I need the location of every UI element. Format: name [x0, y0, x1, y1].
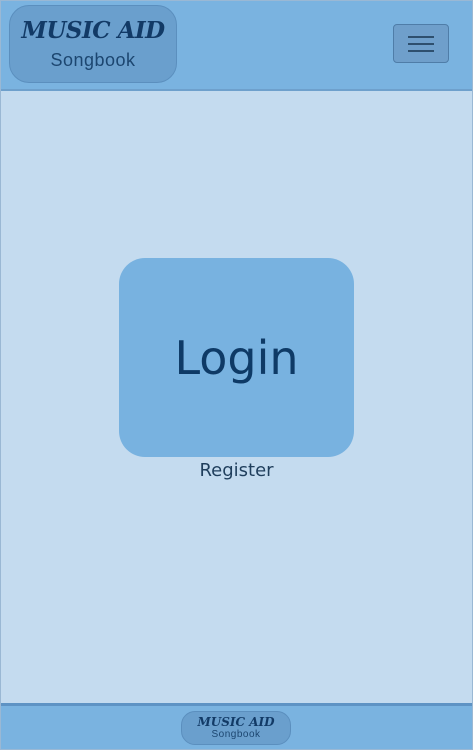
footer: MUSIC AID Songbook [1, 703, 472, 749]
navbar: MUSIC AID Songbook [1, 1, 472, 91]
login-button[interactable]: Login [119, 258, 354, 457]
app-frame: MUSIC AID Songbook Login Register MUSIC … [0, 0, 473, 750]
main-content: Login Register [1, 91, 472, 703]
footer-brand-logo[interactable]: MUSIC AID Songbook [181, 711, 291, 745]
footer-brand-subtitle: Songbook [211, 729, 261, 740]
brand-logo-link[interactable]: MUSIC AID Songbook [9, 5, 177, 83]
menu-toggle-button[interactable] [393, 24, 449, 63]
footer-brand-title: MUSIC AID [197, 715, 275, 729]
brand-subtitle: Songbook [50, 50, 136, 70]
register-link[interactable]: Register [1, 460, 472, 481]
brand-title: MUSIC AID [21, 17, 165, 44]
